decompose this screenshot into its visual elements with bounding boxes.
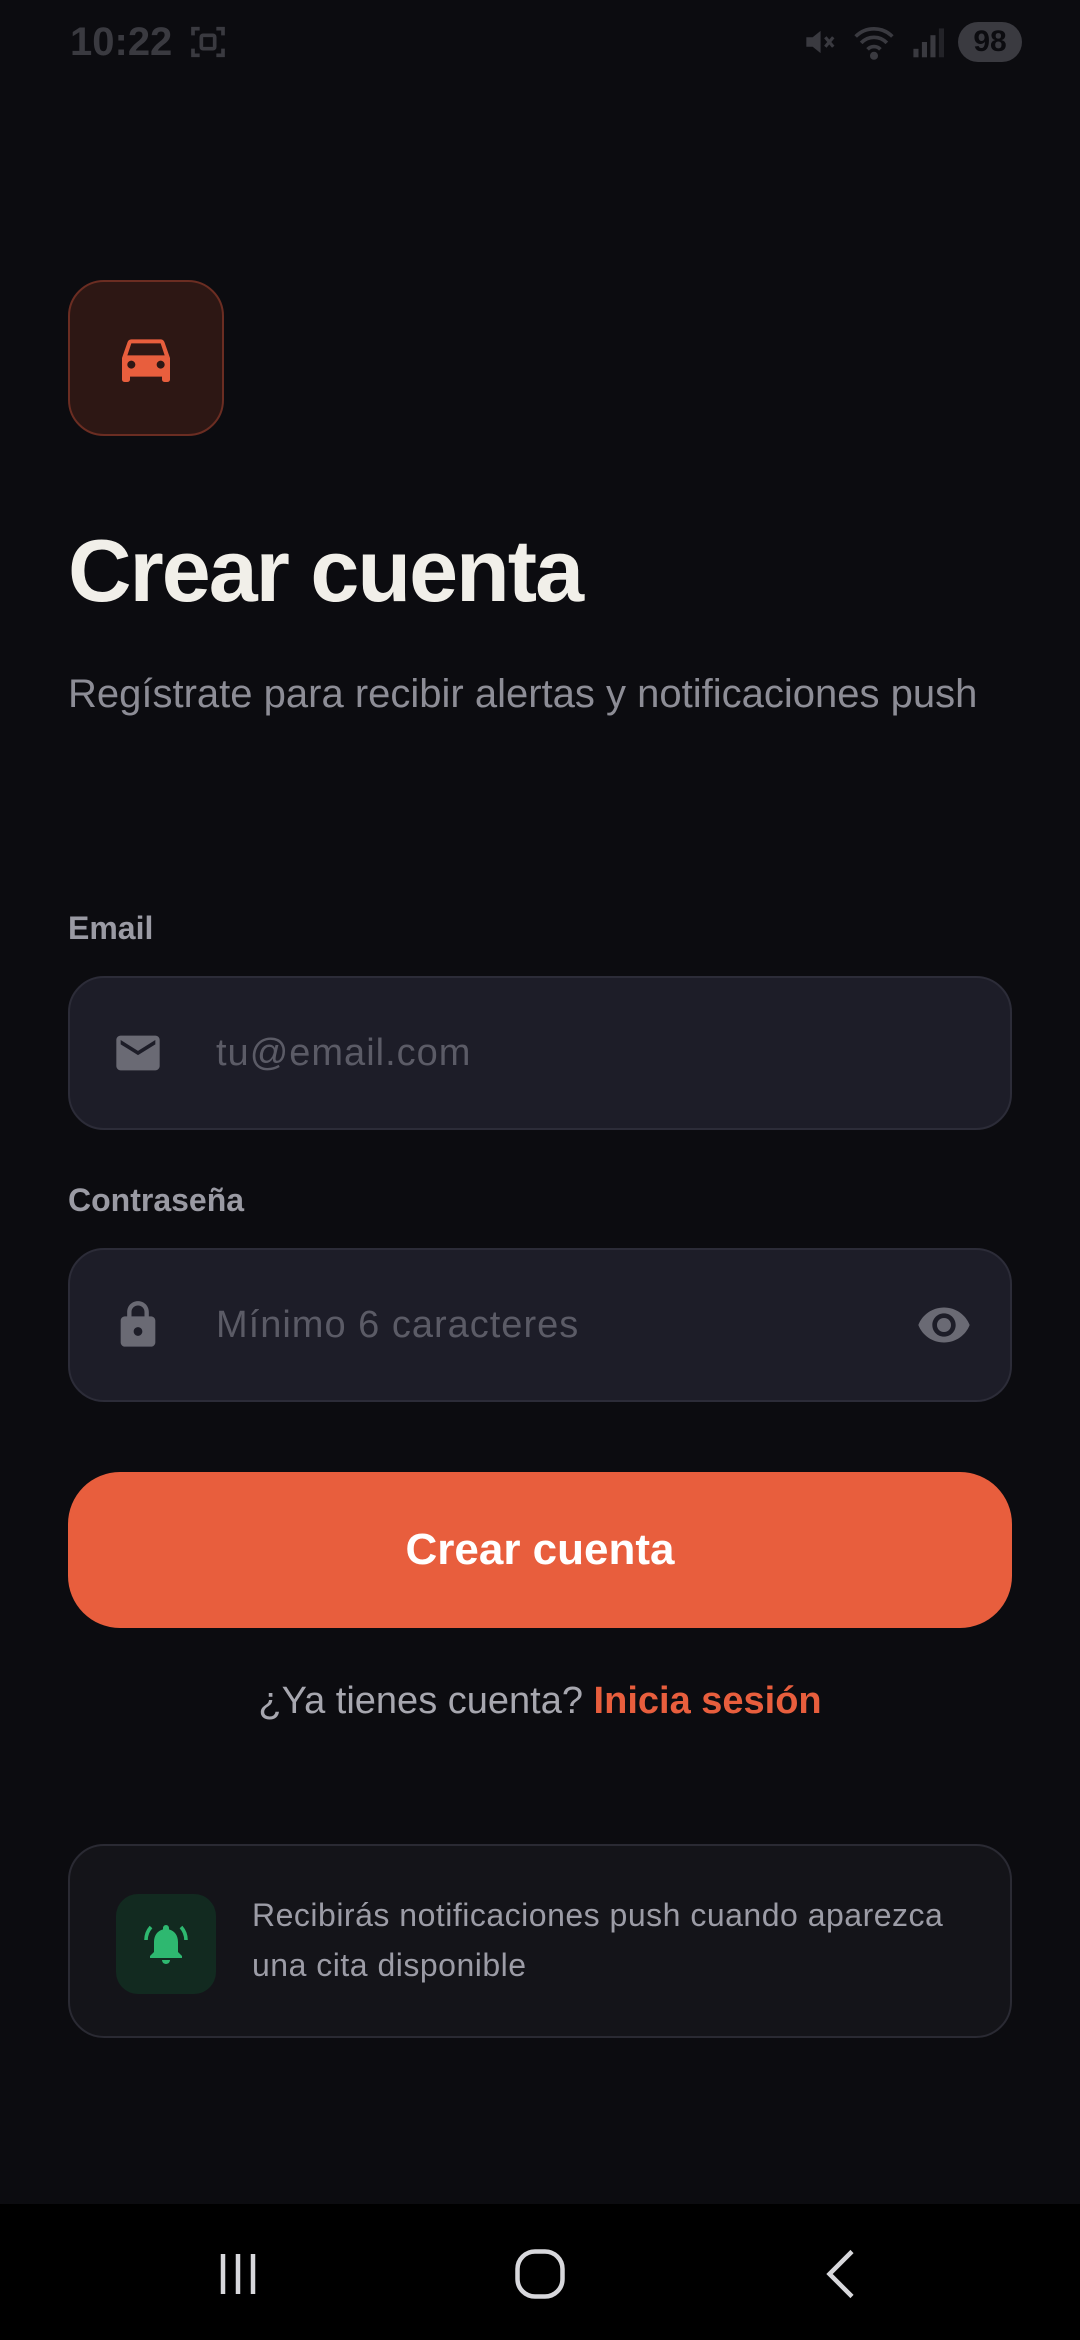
screenshot-icon bbox=[191, 26, 225, 58]
mute-icon bbox=[806, 30, 835, 54]
push-info-text: Recibirás notificaciones push cuando apa… bbox=[252, 1897, 944, 1983]
email-field-container[interactable] bbox=[68, 976, 1012, 1130]
password-field-container[interactable] bbox=[68, 1248, 1012, 1402]
back-icon[interactable] bbox=[812, 2244, 872, 2304]
bell-icon-tile bbox=[116, 1894, 216, 1994]
email-input[interactable] bbox=[216, 978, 916, 1128]
eye-icon[interactable] bbox=[916, 1297, 972, 1353]
email-label: Email bbox=[68, 910, 154, 946]
wifi-icon bbox=[854, 26, 894, 60]
signin-link[interactable]: Inicia sesión bbox=[594, 1680, 822, 1722]
status-bar: 10:22 98 bbox=[0, 0, 1080, 84]
lock-icon bbox=[120, 1301, 156, 1347]
push-info-card: Recibirás notificaciones push cuando apa… bbox=[68, 1844, 1012, 2038]
car-icon bbox=[122, 339, 170, 382]
status-time: 10:22 bbox=[70, 20, 173, 64]
password-label: Contraseña bbox=[68, 1182, 245, 1218]
page-subtitle: Regístrate para recibir alertas y notifi… bbox=[68, 672, 978, 716]
page-title: Crear cuenta bbox=[68, 521, 584, 620]
app-logo bbox=[68, 280, 224, 436]
signin-row: ¿Ya tienes cuenta? Inicia sesión bbox=[0, 1680, 1080, 1723]
password-input[interactable] bbox=[216, 1250, 916, 1400]
status-icons: 98 bbox=[800, 20, 1022, 64]
signin-prompt: ¿Ya tienes cuenta? bbox=[258, 1680, 583, 1722]
signal-icon bbox=[913, 28, 944, 58]
battery-icon: 98 bbox=[958, 22, 1022, 62]
mail-icon bbox=[116, 1035, 160, 1071]
bell-ring-icon bbox=[144, 1925, 188, 1964]
system-nav-bar bbox=[0, 2204, 1080, 2340]
signup-screen: 10:22 98 Crear cuenta Regístrate para re… bbox=[0, 0, 1080, 2340]
create-account-button[interactable]: Crear cuenta bbox=[68, 1472, 1012, 1628]
recents-icon[interactable] bbox=[208, 2244, 268, 2304]
home-icon[interactable] bbox=[510, 2244, 570, 2304]
